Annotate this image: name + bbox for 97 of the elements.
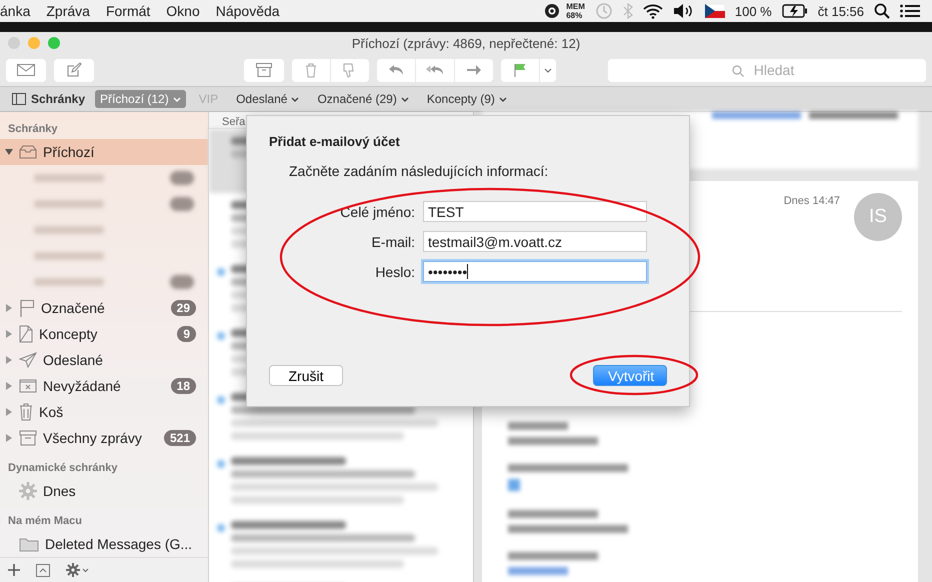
sidebar-section-title: Dynamické schránky <box>7 461 118 476</box>
field-label: E-mail: <box>370 234 415 250</box>
caret-icon <box>498 96 507 102</box>
disclosure-triangle-icon[interactable] <box>5 148 13 156</box>
delete-button[interactable] <box>292 58 330 82</box>
sidebar-item[interactable]: Deleted Messages (G... <box>0 531 208 557</box>
window-title: Příchozí (zprávy: 4869, nepřečtené: 12) <box>352 36 580 50</box>
search-icon <box>732 64 744 76</box>
search-icon[interactable] <box>874 3 890 19</box>
sidebar-item[interactable]: Dnes <box>0 478 208 504</box>
battery-icon[interactable] <box>782 4 808 18</box>
unread-count-badge: 29 <box>170 300 196 316</box>
folder-icon <box>19 536 39 552</box>
caret-icon <box>400 96 409 102</box>
wifi-icon[interactable] <box>642 3 663 19</box>
flag-icon[interactable] <box>704 4 725 18</box>
search-field[interactable]: Hledat <box>608 58 926 82</box>
flag-button[interactable] <box>501 58 539 82</box>
clock-time[interactable]: čt 15:56 <box>818 4 864 18</box>
field-label: Heslo: <box>374 264 415 280</box>
disclosure-triangle-icon[interactable] <box>5 330 13 338</box>
menu-item[interactable]: Formát <box>102 3 154 19</box>
unread-count-badge: 18 <box>170 378 196 394</box>
clock-icon[interactable] <box>594 2 613 20</box>
reply-button[interactable] <box>377 58 415 82</box>
favorite-mailbox-button[interactable]: Odeslané <box>231 90 304 108</box>
volume-icon[interactable] <box>672 3 695 19</box>
flag-icon <box>514 63 526 77</box>
caret-icon <box>544 68 552 72</box>
reply-arrow-icon <box>388 64 404 76</box>
trash-icon <box>305 62 317 78</box>
envelope-icon <box>17 64 35 76</box>
menu-item[interactable]: Nápověda <box>212 3 283 19</box>
menu-item[interactable]: Zpráva <box>43 3 93 19</box>
junk-button[interactable] <box>331 58 369 82</box>
memory-label: MEM <box>566 2 585 11</box>
bluetooth-icon[interactable] <box>622 3 633 19</box>
gear-icon <box>19 482 37 500</box>
cancel-button[interactable]: Zrušit <box>269 365 343 386</box>
paper-plane-icon <box>19 352 37 368</box>
input-field[interactable]: testmail3@m.voatt.cz <box>423 231 647 252</box>
avatar: IS <box>854 193 902 241</box>
eye-icon[interactable] <box>544 3 560 19</box>
menu-item[interactable]: ánka <box>0 3 34 19</box>
panel-icon[interactable] <box>36 564 50 576</box>
disclosure-triangle-icon[interactable] <box>5 382 13 390</box>
menu-item[interactable]: Okno <box>163 3 203 19</box>
mailboxes-label: Schránky <box>31 92 86 106</box>
sidebar-icon <box>12 93 26 105</box>
disclosure-triangle-icon[interactable] <box>5 356 13 364</box>
sidebar-item[interactable]: Všechny zprávy 521 <box>0 425 208 451</box>
mailboxes-toggle[interactable]: Schránky <box>12 92 86 106</box>
list-icon[interactable] <box>900 4 920 18</box>
sidebar-section-title: Na mém Macu <box>7 514 83 529</box>
caret-icon <box>172 96 181 102</box>
sidebar-item[interactable]: Koncepty 9 <box>0 321 208 347</box>
document-icon <box>19 325 33 343</box>
favorite-mailbox-button[interactable]: Označené (29) <box>312 90 414 108</box>
battery-percentage: 100 % <box>734 4 772 18</box>
archive-box-icon <box>256 63 272 77</box>
forward-button[interactable] <box>455 58 493 82</box>
sidebar-item[interactable]: Příchozí <box>0 139 208 165</box>
compose-button[interactable] <box>54 58 94 82</box>
disclosure-triangle-icon[interactable] <box>5 304 13 312</box>
caret-icon <box>291 96 300 102</box>
right-arrow-icon <box>466 64 482 76</box>
archive-button[interactable] <box>244 58 284 82</box>
input-field[interactable]: •••••••• <box>423 261 647 282</box>
archive-box-icon <box>19 430 37 446</box>
dialog-instructions: Začněte zadáním následujících informací: <box>289 163 550 179</box>
plus-icon[interactable] <box>8 564 20 576</box>
sidebar-item[interactable]: Koš <box>0 399 208 425</box>
sidebar-item[interactable]: Označené 29 <box>0 295 208 321</box>
unread-count-badge: 9 <box>177 326 196 342</box>
disclosure-triangle-icon[interactable] <box>5 434 13 442</box>
compose-icon <box>66 62 82 78</box>
flag-menu-button[interactable] <box>540 58 556 82</box>
trash-icon <box>19 403 33 421</box>
flag-icon <box>19 299 35 317</box>
disclosure-triangle-icon[interactable] <box>5 408 13 416</box>
inbox-icon <box>19 145 37 159</box>
gear-menu-icon[interactable] <box>66 563 90 577</box>
unread-count-badge: 521 <box>164 430 196 446</box>
sort-label[interactable]: Seřa <box>222 116 246 128</box>
zoom-button[interactable] <box>48 37 60 49</box>
sidebar-section-title: Schránky <box>7 122 59 137</box>
get-mail-button[interactable] <box>6 58 46 82</box>
reply-all-button[interactable] <box>416 58 454 82</box>
favorite-mailbox-button[interactable]: Koncepty (9) <box>422 90 512 108</box>
sidebar-item[interactable]: Nevyžádané 18 <box>0 373 208 399</box>
junk-tray-icon <box>19 379 37 393</box>
dialog-title: Přidat e-mailový účet <box>269 134 401 149</box>
double-reply-arrow-icon <box>426 64 444 76</box>
message-date: Dnes 14:47 <box>784 195 840 209</box>
input-field[interactable]: TEST <box>423 201 647 222</box>
sidebar-item[interactable]: Odeslané <box>0 347 208 373</box>
memory-value: 68% <box>566 11 584 20</box>
